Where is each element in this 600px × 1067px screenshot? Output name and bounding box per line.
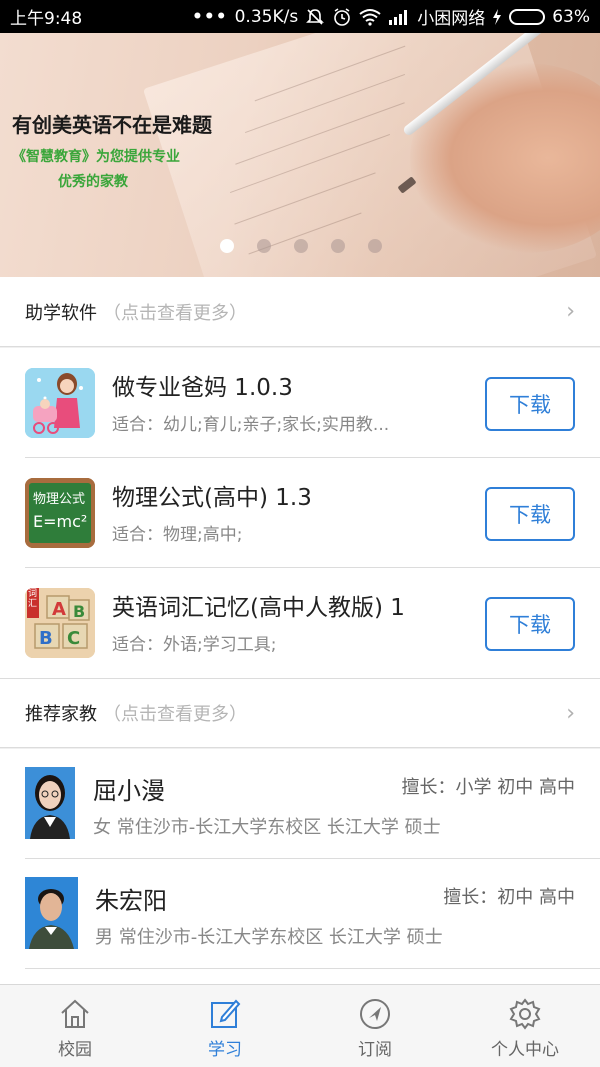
app-name: 做专业爸妈 1.0.3 [112,375,293,401]
app-tags: 适合：外语;学习工具; [112,635,277,655]
section-hint: （点击查看更多） [103,704,247,725]
svg-text:B: B [39,628,53,649]
charging-icon [493,8,502,25]
pager-dot[interactable] [331,239,345,253]
tutor-info: 男 常住沙市-长江大学东校区 长江大学 硕士 [95,927,443,948]
chevron-right-icon: › [566,299,575,324]
pager-dot[interactable] [220,239,234,253]
tab-study[interactable]: 学习 [150,985,300,1067]
tutor-specialty: 擅长：初中 高中 [443,887,575,908]
tutor-item[interactable]: 屈小漫 擅长：小学 初中 高中 女 常住沙市-长江大学东校区 长江大学 硕士 [0,749,600,859]
net-speed: 0.35K/s [234,6,299,27]
section-title: 推荐家教 [25,704,97,725]
house-icon [61,999,89,1028]
compass-icon [360,999,390,1029]
icon-ribbon-text: 词汇 [28,589,38,609]
svg-text:C: C [67,628,80,649]
section-title: 助学软件 [25,302,97,324]
banner-subtitle: 《智慧教育》为您提供专业 [12,149,180,165]
banner-carousel[interactable]: 有创美英语不在是难题 《智慧教育》为您提供专业 优秀的家教 [0,33,600,277]
icon-text: 物理公式 [33,492,86,507]
tutor-specialty: 擅长：小学 初中 高中 [401,777,575,798]
app-name: 物理公式(高中) 1.3 [112,485,312,511]
signal-icon [389,9,408,25]
tab-label: 订阅 [358,1040,392,1060]
battery-icon [509,8,546,25]
physics-formula-icon: 物理公式 E=mc² [25,478,95,548]
pager-dot[interactable] [368,239,382,253]
alarm-icon [334,7,351,26]
tab-label: 个人中心 [491,1040,559,1060]
tutor-name: 朱宏阳 [95,887,167,915]
svg-text:B: B [73,602,85,621]
tab-label: 学习 [208,1040,242,1060]
mute-icon [306,8,325,25]
status-bar: 上午9:48 ••• 0.35K/s 小困网络 63% [0,0,600,33]
tab-campus[interactable]: 校园 [0,985,150,1067]
battery-percent: 63% [552,6,590,27]
avatar [25,877,78,949]
status-time: 上午9:48 [10,9,83,29]
carousel-pager[interactable] [220,239,382,253]
edit-icon [211,999,241,1028]
pager-dot[interactable] [257,239,271,253]
avatar [25,767,75,839]
app-item[interactable]: 物理公式 E=mc² 物理公式(高中) 1.3 适合：物理;高中; 下载 [0,458,600,568]
wifi-icon [359,8,381,26]
svg-text:A: A [52,599,66,620]
banner-subtitle-2: 优秀的家教 [58,174,128,190]
tab-label: 校园 [58,1040,92,1060]
download-button[interactable]: 下载 [485,487,575,541]
status-dots: ••• [192,6,228,27]
mother-baby-icon [25,368,95,438]
download-button[interactable]: 下载 [485,377,575,431]
chevron-right-icon: › [566,700,575,726]
carrier-name: 小困网络 [417,9,486,29]
gear-icon [509,998,541,1030]
software-section-header[interactable]: 助学软件 （点击查看更多） › [0,277,600,347]
app-tags: 适合：物理;高中; [112,525,243,545]
tab-subscribe[interactable]: 订阅 [300,985,450,1067]
tab-profile[interactable]: 个人中心 [450,985,600,1067]
tutor-name: 屈小漫 [93,777,165,805]
download-button[interactable]: 下载 [485,597,575,651]
tutor-section-header[interactable]: 推荐家教 （点击查看更多） › [0,678,600,748]
app-item[interactable]: A B B C 词汇 英语词汇记忆(高中人教版) 1 适合：外语;学习工具; 下… [0,568,600,678]
banner-title: 有创美英语不在是难题 [12,113,212,137]
tutor-info: 女 常住沙市-长江大学东校区 长江大学 硕士 [93,817,441,838]
pager-dot[interactable] [294,239,308,253]
icon-text: E=mc² [33,512,88,531]
abc-blocks-icon: A B B C 词汇 [25,588,95,658]
tutor-item[interactable]: 朱宏阳 擅长：初中 高中 男 常住沙市-长江大学东校区 长江大学 硕士 [0,859,600,969]
section-hint: （点击查看更多） [103,302,247,324]
bottom-tab-bar: 校园 学习 订阅 个人中心 [0,984,600,1067]
app-item[interactable]: 做专业爸妈 1.0.3 适合：幼儿;育儿;亲子;家长;实用教... 下载 [0,348,600,458]
app-name: 英语词汇记忆(高中人教版) 1 [112,595,405,621]
app-tags: 适合：幼儿;育儿;亲子;家长;实用教... [112,415,390,435]
